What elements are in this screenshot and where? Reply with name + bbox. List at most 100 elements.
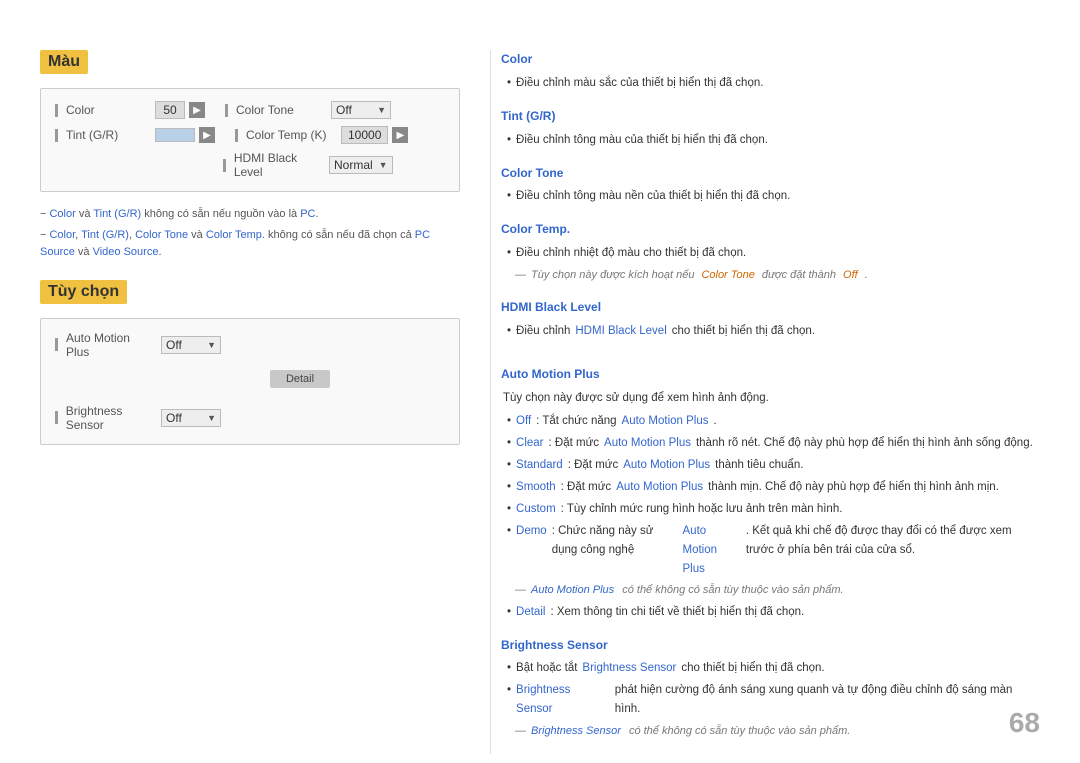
hdmi-row: HDMI Black Level Normal ▼ — [55, 151, 445, 179]
tint-link2: Tint (G/R) — [81, 229, 129, 241]
hdmi-link: HDMI Black Level — [575, 322, 666, 341]
right-color-item1: Điều chỉnh màu sắc của thiết bị hiển thị… — [507, 74, 1040, 93]
right-auto-motion-custom: Custom : Tùy chỉnh mức rung hình hoặc lư… — [507, 500, 1040, 519]
right-auto-motion-desc: Tùy chọn này được sử dụng để xem hình ản… — [501, 389, 1040, 408]
note2: − Color, Tint (G/R), Color Tone và Color… — [40, 227, 460, 262]
auto-motion-bar — [55, 338, 58, 351]
demo-link: Demo — [516, 522, 547, 541]
tint-label: Tint (G/R) — [55, 128, 155, 142]
right-color-tone-title: Color Tone — [501, 164, 1040, 184]
auto-motion-label: Auto Motion Plus — [55, 331, 155, 359]
right-color-temp-section: Color Temp. Điều chỉnh nhiệt độ màu cho … — [501, 220, 1040, 284]
right-auto-motion-section: Auto Motion Plus Tùy chọn này được sử dụ… — [501, 365, 1040, 622]
color-bar — [55, 104, 58, 117]
right-color-title: Color — [501, 50, 1040, 70]
tint-slider[interactable] — [155, 128, 195, 142]
color-arrow-btn[interactable]: ▶ — [189, 102, 205, 118]
brightness-sensor-dropdown[interactable]: Off ▼ — [161, 409, 221, 427]
amp-link4: Auto Motion Plus — [616, 478, 703, 497]
right-tint-item1: Điều chỉnh tông màu của thiết bị hiển th… — [507, 131, 1040, 150]
right-tint-list: Điều chỉnh tông màu của thiết bị hiển th… — [501, 131, 1040, 150]
bs-link2: Brightness Sensor — [516, 681, 610, 719]
right-color-temp-note: Tùy chọn này được kích hoạt nếu Color To… — [501, 266, 1040, 284]
color-number: 50 — [155, 101, 185, 119]
right-auto-motion-detail: Detail : Xem thông tin chi tiết về thiết… — [507, 603, 1040, 622]
color-tone-arrow: ▼ — [377, 105, 386, 115]
mau-settings-box: Color 50 ▶ Color Tone — [40, 88, 460, 192]
smooth-link: Smooth — [516, 478, 556, 497]
right-hdmi-title: HDMI Black Level — [501, 298, 1040, 318]
right-hdmi-item1: Điều chỉnh HDMI Black Level cho thiết bị… — [507, 322, 1040, 341]
custom-link: Custom — [516, 500, 556, 519]
right-auto-motion-smooth: Smooth : Đặt mức Auto Motion Plus thành … — [507, 478, 1040, 497]
right-auto-motion-off: Off : Tắt chức năng Auto Motion Plus. — [507, 412, 1040, 431]
bs-link-note: Brightness Sensor — [531, 722, 621, 740]
right-color-tone-list: Điều chỉnh tông màu nền của thiết bị hiể… — [501, 187, 1040, 206]
right-brightness-note: Brightness Sensor có thể không có sẵn tù… — [501, 722, 1040, 740]
right-color-list: Điều chỉnh màu sắc của thiết bị hiển thị… — [501, 74, 1040, 93]
right-brightness-list: Bật hoặc tắt Brightness Sensor cho thiết… — [501, 659, 1040, 719]
page-number: 68 — [1009, 707, 1040, 739]
hdmi-value[interactable]: Normal ▼ — [329, 156, 393, 174]
color-temp-value[interactable]: 10000 ▶ — [341, 126, 408, 144]
hdmi-dropdown[interactable]: Normal ▼ — [329, 156, 393, 174]
tint-row: Tint (G/R) ▶ Color Temp (K) 10000 — [55, 126, 445, 144]
auto-motion-arrow: ▼ — [207, 340, 216, 350]
color-temp-label: Color Temp (K) — [235, 128, 335, 142]
right-color-section: Color Điều chỉnh màu sắc của thiết bị hi… — [501, 50, 1040, 93]
spacer — [501, 355, 1040, 365]
off-link-note: Off — [843, 266, 858, 284]
detail-button[interactable]: Detail — [270, 370, 330, 388]
tint-arrow-btn[interactable]: ▶ — [199, 127, 215, 143]
color-tone-bar — [225, 104, 228, 117]
brightness-sensor-bar — [55, 411, 58, 424]
color-row: Color 50 ▶ Color Tone — [55, 101, 445, 119]
mau-heading: Màu — [40, 50, 88, 74]
color-temp-link2: Color Temp. — [206, 229, 265, 241]
right-color-tone-section: Color Tone Điều chỉnh tông màu nền của t… — [501, 164, 1040, 207]
right-column: Color Điều chỉnh màu sắc của thiết bị hi… — [490, 50, 1040, 754]
color-tone-label: Color Tone — [225, 103, 325, 117]
color-tone-value[interactable]: Off ▼ — [331, 101, 391, 119]
video-source-link: Video Source — [93, 246, 159, 258]
color-tone-dropdown[interactable]: Off ▼ — [331, 101, 391, 119]
right-brightness-section: Brightness Sensor Bật hoặc tắt Brightnes… — [501, 636, 1040, 741]
right-color-tone-item1: Điều chỉnh tông màu nền của thiết bị hiể… — [507, 187, 1040, 206]
auto-motion-value[interactable]: Off ▼ — [161, 336, 221, 354]
brightness-sensor-row: Brightness Sensor Off ▼ — [55, 404, 445, 432]
tuy-chon-box: Auto Motion Plus Off ▼ Detail — [40, 318, 460, 445]
auto-motion-dropdown[interactable]: Off ▼ — [161, 336, 221, 354]
right-auto-motion-demo: Demo : Chức năng này sử dụng công nghệ A… — [507, 522, 1040, 579]
color-temp-bar — [235, 129, 238, 142]
tint-link1: Tint (G/R) — [93, 208, 141, 220]
right-auto-motion-detail-list: Detail : Xem thông tin chi tiết về thiết… — [501, 603, 1040, 622]
right-auto-motion-clear: Clear : Đặt mức Auto Motion Plus thành r… — [507, 434, 1040, 453]
off-link: Off — [516, 412, 531, 431]
color-label: Color — [55, 103, 155, 117]
right-tint-section: Tint (G/R) Điều chỉnh tông màu của thiết… — [501, 107, 1040, 150]
brightness-sensor-arrow: ▼ — [207, 413, 216, 423]
color-temp-arrow-btn[interactable]: ▶ — [392, 127, 408, 143]
left-column: Màu Color 50 ▶ — [40, 50, 460, 754]
right-brightness-item2: Brightness Sensor phát hiện cường độ ánh… — [507, 681, 1040, 719]
note1: − Color và Tint (G/R) không có sẵn nếu n… — [40, 206, 460, 224]
right-hdmi-section: HDMI Black Level Điều chỉnh HDMI Black L… — [501, 298, 1040, 341]
pc-link1: PC — [300, 208, 315, 220]
color-link2: Color — [49, 229, 75, 241]
amp-link5: Auto Motion Plus — [683, 522, 741, 579]
tint-bar — [55, 129, 58, 142]
tint-value[interactable]: ▶ — [155, 127, 215, 143]
amp-link1: Auto Motion Plus — [622, 412, 709, 431]
color-tone-link-note: Color Tone — [701, 266, 754, 284]
right-color-temp-list: Điều chỉnh nhiệt độ màu cho thiết bị đã … — [501, 244, 1040, 263]
right-auto-motion-note: Auto Motion Plus có thể không có sẵn tùy… — [501, 581, 1040, 599]
amp-link3: Auto Motion Plus — [623, 456, 710, 475]
clear-link: Clear — [516, 434, 543, 453]
mau-notes: − Color và Tint (G/R) không có sẵn nếu n… — [40, 206, 460, 262]
right-hdmi-list: Điều chỉnh HDMI Black Level cho thiết bị… — [501, 322, 1040, 341]
brightness-sensor-label: Brightness Sensor — [55, 404, 155, 432]
right-brightness-title: Brightness Sensor — [501, 636, 1040, 656]
color-value[interactable]: 50 ▶ — [155, 101, 205, 119]
right-auto-motion-list: Off : Tắt chức năng Auto Motion Plus. Cl… — [501, 412, 1040, 579]
brightness-sensor-value[interactable]: Off ▼ — [161, 409, 221, 427]
